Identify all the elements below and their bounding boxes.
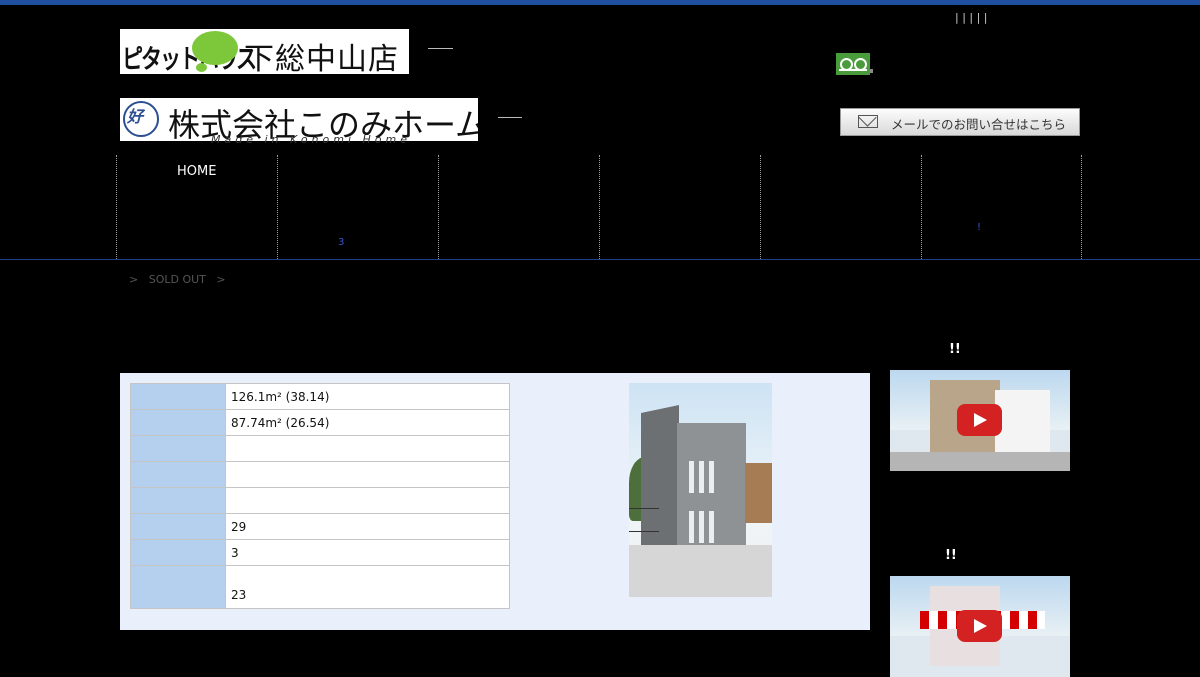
property-spec-table: 126.1m² (38.14) 87.74m² (26.54) 29 3 23	[130, 383, 510, 609]
video-building	[995, 390, 1050, 460]
play-icon[interactable]	[957, 610, 1002, 642]
property-photo[interactable]	[629, 383, 772, 597]
top-accent-bar	[0, 0, 1200, 5]
spec-value: 3	[225, 539, 510, 566]
photo-window	[699, 511, 704, 543]
spec-value	[225, 461, 510, 488]
photo-window	[709, 461, 714, 493]
divider-dash	[428, 48, 453, 49]
video-road	[890, 452, 1070, 471]
photo-fence	[629, 508, 659, 532]
pitat-house-logo[interactable]: ピタットハウス 下総中山店	[120, 29, 409, 74]
breadcrumb-current[interactable]: SOLD OUT	[149, 273, 206, 286]
video-thumbnail-2[interactable]	[890, 576, 1070, 677]
envelope-icon	[858, 115, 878, 128]
free-dial-bar	[839, 69, 867, 71]
mail-contact-label: メールでのお問い合せはこちら	[891, 117, 1067, 132]
divider-dash	[498, 117, 522, 118]
free-dial-mark	[870, 69, 873, 73]
nav-item-sub: !	[977, 222, 982, 233]
nav-item-label: HOME	[177, 164, 217, 179]
sidebar-heading-2: !!	[945, 548, 957, 563]
main-nav: HOME 3 !	[116, 155, 1083, 259]
spec-value	[225, 487, 510, 514]
photo-house-side	[641, 404, 679, 559]
photo-neighbor-house	[745, 463, 772, 523]
nav-item-6[interactable]: !	[921, 155, 1082, 259]
spec-value: 126.1m² (38.14)	[225, 383, 510, 410]
sidebar-heading-1: !!	[949, 342, 961, 357]
nav-item-5[interactable]	[760, 155, 921, 259]
property-panel: 126.1m² (38.14) 87.74m² (26.54) 29 3 23	[120, 373, 870, 630]
free-dial-icon	[836, 53, 873, 75]
nav-item-4[interactable]	[599, 155, 760, 259]
table-row: 3	[130, 539, 510, 566]
photo-window	[699, 461, 704, 493]
mail-contact-button[interactable]: メールでのお問い合せはこちら	[840, 108, 1080, 136]
company-tagline: Made in Konomi Home	[211, 133, 412, 146]
spec-value: 87.74m² (26.54)	[225, 409, 510, 436]
spec-key	[130, 565, 226, 609]
spec-key	[130, 539, 226, 566]
spec-key	[130, 435, 226, 462]
nav-item-sub: 3	[338, 237, 345, 248]
photo-ground	[629, 545, 772, 597]
spec-key	[130, 487, 226, 514]
spec-value: 29	[225, 513, 510, 540]
speech-bubble-icon	[192, 31, 238, 65]
video-thumbnail-1[interactable]	[890, 370, 1070, 471]
spec-value	[225, 435, 510, 462]
photo-window	[689, 511, 694, 543]
table-row	[130, 435, 510, 462]
store-name: 下総中山店	[244, 42, 399, 74]
top-marks: | | | | |	[955, 11, 988, 24]
play-icon[interactable]	[957, 404, 1002, 436]
nav-item-3[interactable]	[438, 155, 599, 259]
photo-window	[689, 461, 694, 493]
spec-key	[130, 461, 226, 488]
breadcrumb: > SOLD OUT >	[129, 273, 226, 286]
nav-underline	[0, 259, 1200, 260]
spec-key	[130, 383, 226, 410]
table-row: 87.74m² (26.54)	[130, 409, 510, 436]
spec-key	[130, 409, 226, 436]
table-row	[130, 487, 510, 514]
spec-value: 23	[225, 565, 510, 609]
table-row: 126.1m² (38.14)	[130, 383, 510, 410]
table-row: 23	[130, 565, 510, 609]
nav-item-home[interactable]: HOME	[116, 155, 277, 259]
table-row	[130, 461, 510, 488]
table-row: 29	[130, 513, 510, 540]
company-emblem-mark: 好	[127, 107, 144, 126]
breadcrumb-separator: >	[129, 273, 139, 286]
speech-bubble-tail	[196, 63, 207, 72]
photo-window	[709, 511, 714, 543]
nav-item-2[interactable]: 3	[277, 155, 438, 259]
spec-key	[130, 513, 226, 540]
breadcrumb-separator: >	[216, 273, 226, 286]
